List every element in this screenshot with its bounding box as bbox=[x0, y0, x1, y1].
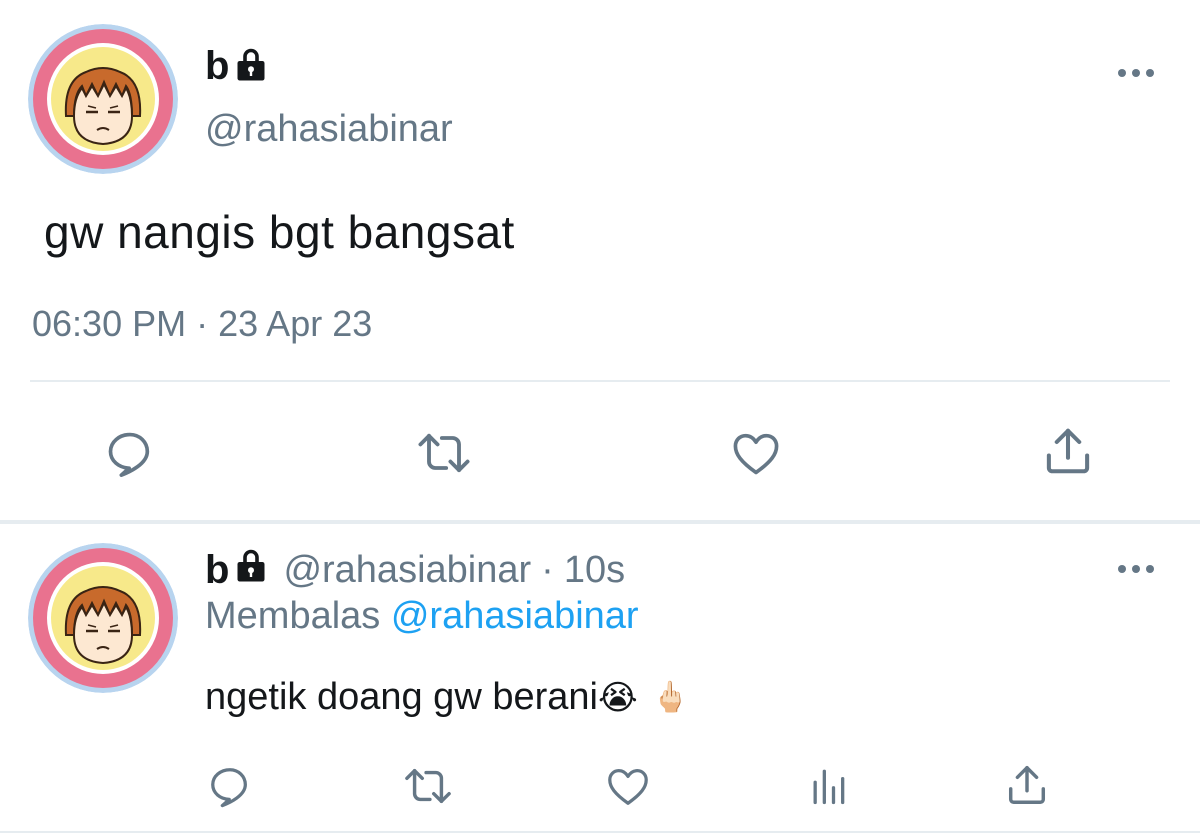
crying-emoji: 😭 bbox=[597, 677, 638, 718]
like-icon[interactable] bbox=[725, 423, 787, 483]
reply-icon[interactable] bbox=[100, 423, 160, 483]
author-handle[interactable]: @rahasiabinar bbox=[205, 108, 453, 151]
reply-author-handle[interactable]: @rahasiabinar bbox=[283, 549, 531, 592]
timestamp-separator: · bbox=[196, 303, 209, 344]
replying-mention[interactable]: @rahasiabinar bbox=[391, 595, 639, 637]
tweet-date: 23 Apr 23 bbox=[218, 303, 373, 344]
retweet-icon[interactable] bbox=[412, 423, 476, 483]
share-icon[interactable] bbox=[1038, 420, 1098, 482]
reply-more-options-icon[interactable] bbox=[1118, 565, 1154, 573]
reply-age[interactable]: 10s bbox=[564, 549, 625, 592]
reply-share-icon[interactable] bbox=[1002, 760, 1052, 810]
reply-reply-icon[interactable] bbox=[205, 762, 255, 810]
section-divider bbox=[0, 520, 1200, 524]
lock-icon bbox=[233, 46, 269, 87]
tweet-time: 06:30 PM bbox=[32, 303, 187, 344]
reply-author-name[interactable]: b bbox=[205, 548, 229, 593]
tweet-timestamp[interactable]: 06:30 PM · 23 Apr 23 bbox=[32, 303, 372, 345]
bottom-divider bbox=[0, 831, 1200, 833]
reply-header: b @rahasiabinar · 10s bbox=[205, 547, 625, 593]
replying-to: Membalas @rahasiabinar bbox=[205, 595, 639, 638]
reply-avatar[interactable] bbox=[28, 543, 178, 693]
reply-retweet-icon[interactable] bbox=[400, 762, 456, 810]
avatar[interactable] bbox=[28, 24, 178, 174]
reply-text: ngetik doang gw berani bbox=[205, 676, 598, 718]
reply-analytics-icon[interactable] bbox=[803, 762, 853, 810]
lock-icon bbox=[233, 547, 269, 593]
replying-label: Membalas bbox=[205, 595, 381, 637]
more-options-icon[interactable] bbox=[1118, 69, 1154, 77]
finger-emoji: 🖕🏻 bbox=[651, 680, 690, 715]
reply-like-icon[interactable] bbox=[602, 762, 654, 810]
reply-separator: · bbox=[541, 548, 554, 591]
divider bbox=[30, 380, 1170, 382]
tweet-text: gw nangis bgt bangsat bbox=[44, 206, 515, 258]
reply-text-row: ngetik doang gw berani 😭 🖕🏻 bbox=[205, 676, 689, 719]
author-name-row: b bbox=[205, 44, 269, 89]
author-name[interactable]: b bbox=[205, 44, 229, 89]
